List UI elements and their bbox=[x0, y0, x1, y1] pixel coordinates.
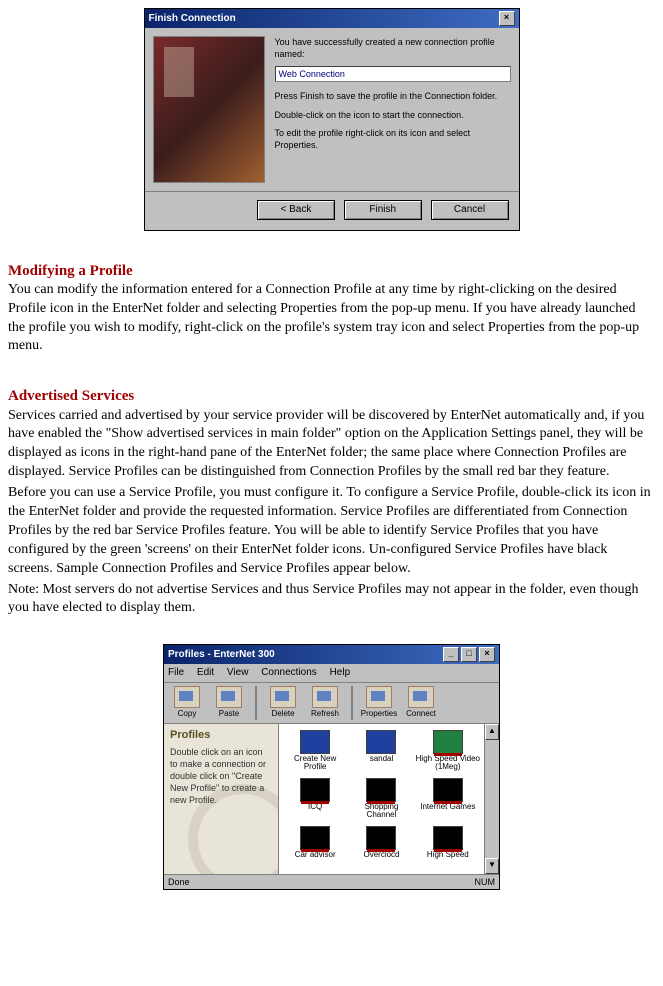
profile-icon-label: High Speed bbox=[416, 851, 480, 860]
copy-icon bbox=[174, 686, 200, 708]
profiles-window: Profiles - EnterNet 300 _ □ × File Edit … bbox=[163, 644, 500, 889]
heading-advertised-services: Advertised Services bbox=[8, 386, 655, 406]
back-button[interactable]: < Back bbox=[257, 200, 335, 220]
menu-connections[interactable]: Connections bbox=[261, 667, 317, 678]
monitor-icon bbox=[366, 826, 396, 850]
monitor-icon bbox=[300, 730, 330, 754]
monitor-icon bbox=[300, 778, 330, 802]
profile-icon-label: Car advisor bbox=[283, 851, 347, 860]
dialog-title: Finish Connection bbox=[149, 12, 236, 26]
profiles-title: Profiles - EnterNet 300 bbox=[168, 648, 275, 662]
toolbar-paste[interactable]: Paste bbox=[210, 686, 248, 720]
profile-icon-label: sandal bbox=[349, 755, 413, 764]
monitor-icon bbox=[366, 778, 396, 802]
toolbar-connect[interactable]: Connect bbox=[402, 686, 440, 720]
refresh-icon bbox=[312, 686, 338, 708]
connect-icon bbox=[408, 686, 434, 708]
monitor-icon bbox=[300, 826, 330, 850]
menubar: File Edit View Connections Help bbox=[164, 664, 499, 683]
edit-instruction: To edit the profile right-click on its i… bbox=[275, 127, 511, 151]
menu-help[interactable]: Help bbox=[330, 667, 351, 678]
finish-connection-dialog: Finish Connection × You have successfull… bbox=[144, 8, 520, 231]
statusbar: Done NUM bbox=[164, 874, 499, 889]
status-left: Done bbox=[168, 876, 190, 888]
toolbar-separator bbox=[255, 686, 257, 720]
sidebar-text: Double click on an icon to make a connec… bbox=[170, 746, 272, 807]
scrollbar[interactable]: ▲ ▼ bbox=[484, 724, 499, 874]
profile-icon-label: Internet Games bbox=[416, 803, 480, 812]
icon-pane: Create New ProfilesandalHigh Speed Video… bbox=[279, 724, 484, 874]
toolbar-delete[interactable]: Delete bbox=[264, 686, 302, 720]
toolbar-separator bbox=[351, 686, 353, 720]
toolbar: Copy Paste Delete Refresh Properties Con… bbox=[164, 683, 499, 724]
finish-button[interactable]: Finish bbox=[344, 200, 422, 220]
close-icon[interactable]: × bbox=[479, 647, 495, 662]
monitor-icon bbox=[433, 730, 463, 754]
dialog-titlebar: Finish Connection × bbox=[145, 9, 519, 28]
profile-icon[interactable]: High Speed Video (1Meg) bbox=[416, 730, 480, 776]
profile-icon[interactable]: Overclocd bbox=[349, 826, 413, 872]
wizard-hero-image bbox=[153, 36, 265, 183]
toolbar-refresh[interactable]: Refresh bbox=[306, 686, 344, 720]
profile-icon[interactable]: Car advisor bbox=[283, 826, 347, 872]
profile-icon[interactable]: Shopping Channel bbox=[349, 778, 413, 824]
properties-icon bbox=[366, 686, 392, 708]
delete-icon bbox=[270, 686, 296, 708]
monitor-icon bbox=[433, 778, 463, 802]
success-text: You have successfully created a new conn… bbox=[275, 36, 511, 60]
profile-icon-label: Create New Profile bbox=[283, 755, 347, 773]
profile-name-field[interactable]: Web Connection bbox=[275, 66, 511, 82]
scroll-up-icon[interactable]: ▲ bbox=[485, 724, 499, 740]
monitor-icon bbox=[433, 826, 463, 850]
profile-icon[interactable]: Create New Profile bbox=[283, 730, 347, 776]
finish-instruction: Press Finish to save the profile in the … bbox=[275, 90, 511, 102]
scroll-down-icon[interactable]: ▼ bbox=[485, 858, 499, 874]
toolbar-properties[interactable]: Properties bbox=[360, 686, 398, 720]
minimize-icon[interactable]: _ bbox=[443, 647, 459, 662]
menu-edit[interactable]: Edit bbox=[197, 667, 214, 678]
toolbar-copy[interactable]: Copy bbox=[168, 686, 206, 720]
paste-icon bbox=[216, 686, 242, 708]
profile-icon-label: ICQ bbox=[283, 803, 347, 812]
menu-view[interactable]: View bbox=[227, 667, 249, 678]
para-adv-3: Note: Most servers do not advertise Serv… bbox=[8, 581, 655, 619]
para-modifying-profile: You can modify the information entered f… bbox=[8, 281, 655, 357]
monitor-icon bbox=[366, 730, 396, 754]
profile-icon-label: Shopping Channel bbox=[349, 803, 413, 821]
sidebar: Profiles Double click on an icon to make… bbox=[164, 724, 279, 874]
doubleclick-instruction: Double-click on the icon to start the co… bbox=[275, 109, 511, 121]
menu-file[interactable]: File bbox=[168, 667, 184, 678]
status-right: NUM bbox=[475, 876, 496, 888]
para-adv-2: Before you can use a Service Profile, yo… bbox=[8, 484, 655, 578]
profile-icon[interactable]: ICQ bbox=[283, 778, 347, 824]
profile-icon[interactable]: Internet Games bbox=[416, 778, 480, 824]
profile-icon[interactable]: High Speed bbox=[416, 826, 480, 872]
heading-modifying-profile: Modifying a Profile bbox=[8, 261, 655, 281]
maximize-icon[interactable]: □ bbox=[461, 647, 477, 662]
sidebar-title: Profiles bbox=[170, 728, 272, 743]
profiles-titlebar: Profiles - EnterNet 300 _ □ × bbox=[164, 645, 499, 664]
para-adv-1: Services carried and advertised by your … bbox=[8, 407, 655, 483]
close-icon[interactable]: × bbox=[499, 11, 515, 26]
profile-icon-label: High Speed Video (1Meg) bbox=[416, 755, 480, 773]
cancel-button[interactable]: Cancel bbox=[431, 200, 509, 220]
profile-icon[interactable]: sandal bbox=[349, 730, 413, 776]
profile-icon-label: Overclocd bbox=[349, 851, 413, 860]
